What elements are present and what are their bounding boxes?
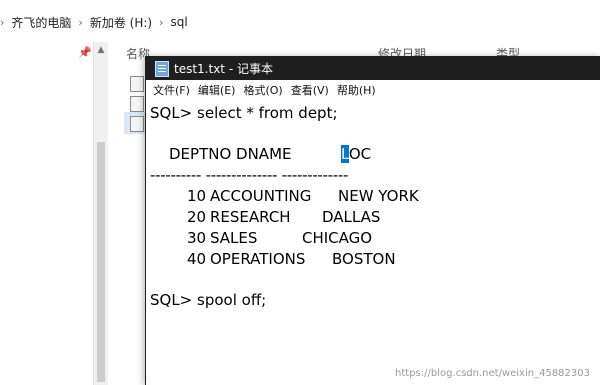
result-header-loc: LOC (341, 145, 371, 163)
menu-format[interactable]: 格式(O) (243, 82, 282, 98)
window-title: test1.txt - 记事本 (174, 62, 273, 76)
title-bar[interactable]: test1.txt - 记事本 (146, 56, 600, 80)
breadcrumb-item-folder[interactable]: sql (170, 15, 187, 29)
row-loc: DALLAS (322, 208, 381, 226)
row-deptno: 30 (187, 229, 207, 247)
sql-command-line: SQL> select * from dept; (150, 104, 338, 122)
chevron-right-icon: › (78, 15, 83, 29)
result-header-loc-rest: OC (348, 145, 372, 163)
row-dname: SALES (210, 229, 258, 247)
menu-help[interactable]: 帮助(H) (337, 82, 376, 98)
menu-edit[interactable]: 编辑(E) (198, 82, 236, 98)
row-loc: CHICAGO (302, 229, 373, 247)
text-cursor-selection: L (341, 145, 349, 163)
text-editor[interactable]: SQL> select * from dept; DEPTNO DNAME LO… (150, 104, 599, 383)
pin-icon[interactable]: 📌 (78, 46, 92, 59)
watermark-url: https://blog.csdn.net/weixin_45882303 (394, 368, 590, 379)
file-icon[interactable] (130, 96, 144, 112)
scroll-thumb[interactable] (97, 142, 105, 382)
chevron-right-icon: › (0, 15, 5, 29)
menu-file[interactable]: 文件(F) (153, 82, 190, 98)
menu-bar: 文件(F) 编辑(E) 格式(O) 查看(V) 帮助(H) (146, 80, 600, 100)
row-loc: NEW YORK (338, 187, 419, 205)
notepad-window: test1.txt - 记事本 文件(F) 编辑(E) 格式(O) 查看(V) … (145, 56, 600, 385)
navigation-scrollbar[interactable]: ▲ (93, 42, 108, 385)
file-icon[interactable] (130, 76, 144, 92)
row-dname: ACCOUNTING (210, 187, 312, 205)
text-file-icon[interactable] (130, 116, 144, 132)
row-deptno: 40 (187, 250, 207, 268)
breadcrumb-item-drive[interactable]: 新加卷 (H:) (90, 14, 152, 31)
breadcrumb-item-computer[interactable]: 齐飞的电脑 (11, 14, 71, 31)
navigation-pane: 📌 (0, 42, 93, 385)
row-deptno: 20 (187, 208, 207, 226)
chevron-right-icon: › (159, 15, 164, 29)
row-dname: OPERATIONS (210, 250, 306, 268)
row-deptno: 10 (187, 187, 207, 205)
breadcrumb: › 齐飞的电脑 › 新加卷 (H:) › sql (0, 12, 188, 32)
row-loc: BOSTON (332, 250, 396, 268)
result-divider: ---------- -------------- ------------- (150, 166, 349, 184)
sql-spool-line: SQL> spool off; (150, 291, 267, 309)
row-dname: RESEARCH (210, 208, 291, 226)
address-bar[interactable]: › 齐飞的电脑 › 新加卷 (H:) › sql (0, 0, 600, 43)
scroll-up-arrow-icon[interactable]: ▲ (95, 44, 107, 56)
notepad-icon (155, 61, 169, 77)
result-header-columns: DEPTNO DNAME (169, 145, 292, 163)
menu-view[interactable]: 查看(V) (291, 82, 329, 98)
